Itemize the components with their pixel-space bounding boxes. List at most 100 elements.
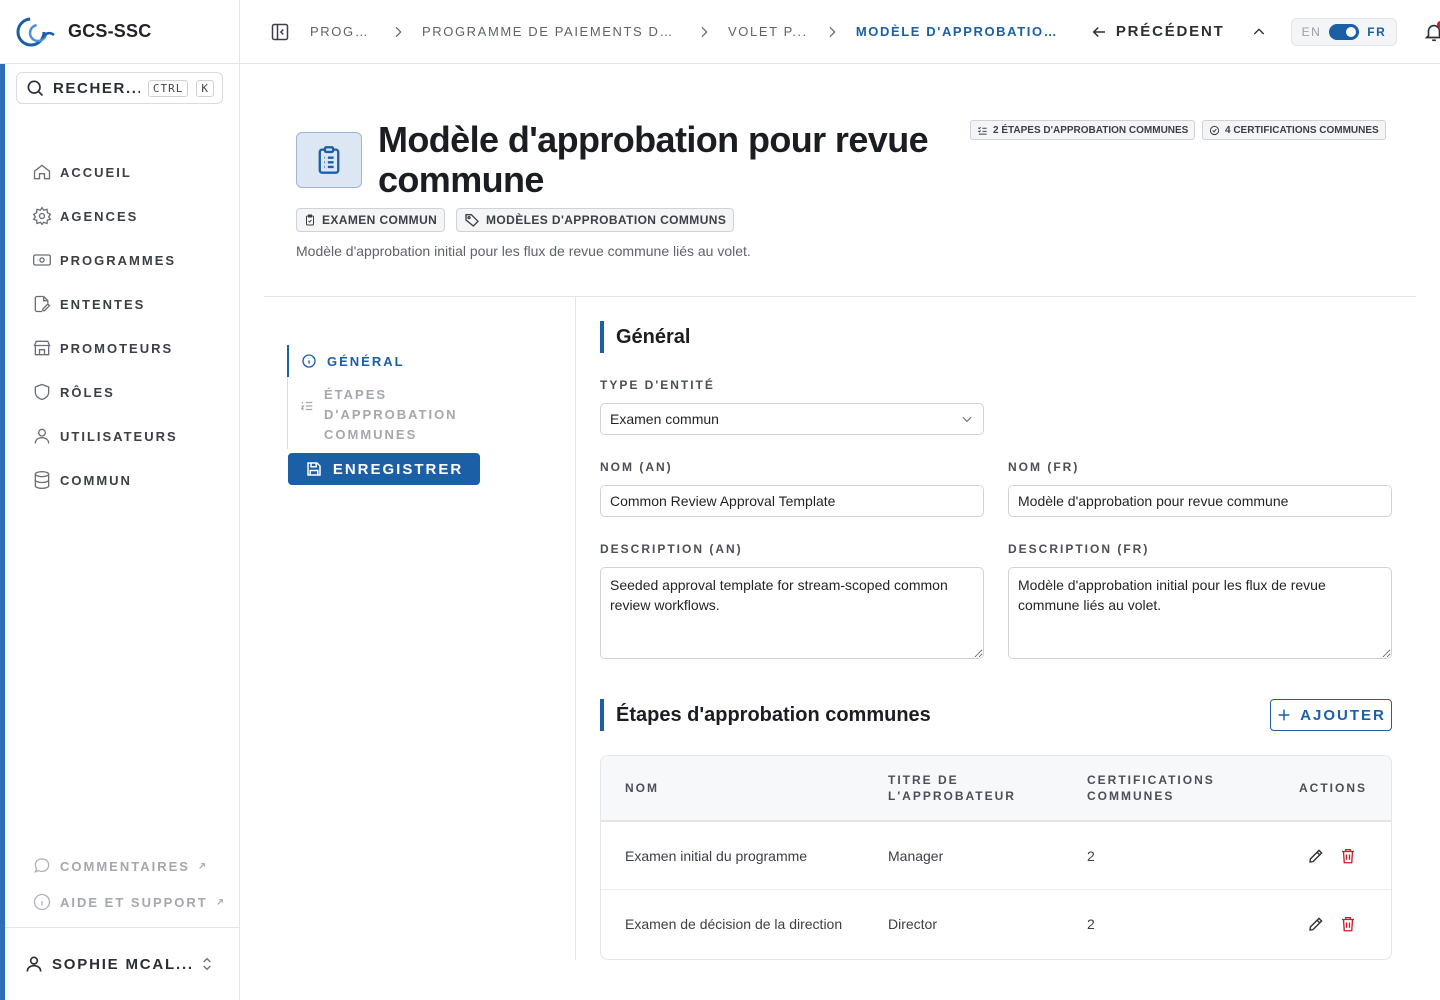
nav-item-commun[interactable]: COMMUN [24,458,224,502]
search-button[interactable]: RECHER... CTRL K [16,72,223,104]
nav-label: PROGRAMMES [60,252,177,268]
chevron-right-icon [390,24,406,40]
name-fr-input[interactable] [1008,485,1392,517]
help-label: AIDE ET SUPPORT [60,894,208,910]
category-chip-label: MODÈLES D'APPROBATION COMMUNS [486,213,727,227]
list-ordered-icon [300,385,314,413]
clipboard-icon [296,132,362,188]
desc-fr-label: DESCRIPTION (FR) [1008,542,1150,556]
list-check-icon [977,125,988,136]
name-fr-label: NOM (FR) [1008,460,1080,474]
nav-item-accueil[interactable]: ACCUEIL [24,150,224,194]
breadcrumb-item[interactable]: PROGR... [310,24,374,39]
page-title: Modèle d'approbation pour revue commune [378,119,929,200]
category-chip: MODÈLES D'APPROBATION COMMUNS [456,208,735,232]
page-description: Modèle d'approbation initial pour les fl… [296,243,751,259]
plus-icon [1276,707,1292,723]
chevron-right-icon [696,24,712,40]
name-en-input[interactable] [600,485,984,517]
column-header-certifications: CERTIFICATIONS COMMUNES [1087,773,1215,803]
save-icon [305,460,323,478]
section-nav-general-label: GÉNÉRAL [327,353,405,369]
database-icon [32,470,52,490]
add-step-button[interactable]: AJOUTER [1270,699,1392,731]
brand-name: GCS-SSC [68,21,152,41]
sidebar-toggle-icon[interactable] [270,22,290,42]
delete-icon[interactable] [1339,847,1357,865]
home-icon [32,162,52,182]
breadcrumb-item[interactable]: PROGRAMME DE PAIEMENTS DE TR... [422,24,680,39]
table-row: Examen de décision de la direction Direc… [601,890,1391,958]
info-icon [32,892,52,912]
nav-item-programmes[interactable]: PROGRAMMES [24,238,224,282]
nav-item-ententes[interactable]: ENTENTES [24,282,224,326]
arrow-left-icon [1090,23,1108,41]
previous-button[interactable]: PRÉCÉDENT [1090,23,1225,41]
section-nav-steps[interactable]: ÉTAPES D'APPROBATION COMMUNES [288,377,547,449]
section-nav-general[interactable]: GÉNÉRAL [287,345,547,377]
nav-item-agences[interactable]: AGENCES [24,194,224,238]
comments-link[interactable]: COMMENTAIRES [24,848,224,884]
brand[interactable]: GCS-SSC [0,0,239,64]
gear-icon [32,206,52,226]
lang-fr: FR [1367,24,1387,39]
save-button[interactable]: ENREGISTRER [288,453,480,485]
steps-count-label: 2 ÉTAPES D'APPROBATION COMMUNES [993,124,1189,136]
nav-item-utilisateurs[interactable]: UTILISATEURS [24,414,224,458]
add-step-label: AJOUTER [1300,706,1386,724]
certs-count-badge: 4 CERTIFICATIONS COMMUNES [1202,120,1386,140]
section-nav-steps-label: ÉTAPES D'APPROBATION COMMUNES [324,387,458,442]
document-edit-icon [32,294,52,314]
main-nav: ACCUEIL AGENCES PROGRAMMES ENTENTES PROM… [24,150,224,502]
store-icon [32,338,52,358]
breadcrumb-item[interactable]: VOLET P... [728,24,808,39]
external-link-icon [216,898,224,906]
certs-count-label: 4 CERTIFICATIONS COMMUNES [1225,124,1379,136]
entity-type-value: Examen commun [610,411,719,427]
info-icon [301,353,317,369]
desc-en-textarea[interactable]: Seeded approval template for stream-scop… [600,567,984,659]
table-header: NOM TITRE DE L'APPROBATEUR CERTIFICATION… [601,756,1391,822]
entity-type-label: TYPE D'ENTITÉ [600,378,715,392]
help-link[interactable]: AIDE ET SUPPORT [24,884,224,920]
chevron-right-icon [824,24,840,40]
language-toggle[interactable]: EN FR [1290,17,1398,46]
desc-fr-textarea[interactable]: Modèle d'approbation initial pour les fl… [1008,567,1392,659]
save-label: ENREGISTRER [332,460,464,478]
edit-icon[interactable] [1307,847,1325,865]
previous-label: PRÉCÉDENT [1115,23,1225,40]
sidebar: GCS-SSC RECHER... CTRL K ACCUEIL AGENCES… [0,0,240,1000]
chevron-down-icon [960,412,974,426]
edit-icon[interactable] [1307,915,1325,933]
section-nav: GÉNÉRAL ÉTAPES D'APPROBATION COMMUNES [287,345,547,449]
user-menu[interactable]: SOPHIE MCAL... [0,927,239,1000]
banknote-icon [32,250,52,270]
column-header-actions: ACTIONS [1299,781,1367,795]
nav-label: UTILISATEURS [60,428,178,444]
chevron-up-icon[interactable] [1251,24,1267,40]
user-name: SOPHIE MCAL... [52,955,191,973]
step-approver: Director [888,916,938,932]
desc-en-label: DESCRIPTION (AN) [600,542,743,556]
shortcut-ctrl: CTRL [147,79,189,97]
logo-icon [16,16,56,48]
tag-icon [464,212,480,228]
general-section-title: Général [600,321,690,353]
nav-label: ACCUEIL [60,164,132,180]
nav-item-promoteurs[interactable]: PROMOTEURS [24,326,224,370]
nav-item-roles[interactable]: RÔLES [24,370,224,414]
delete-icon[interactable] [1339,915,1357,933]
external-link-icon [198,862,206,870]
shield-icon [32,382,52,402]
entity-type-chip-label: EXAMEN COMMUN [322,213,438,227]
sidebar-accent-bar [0,64,5,1000]
topbar: PROGR... PROGRAMME DE PAIEMENTS DE TR...… [240,0,1440,64]
content-divider [575,297,576,960]
step-name: Examen initial du programme [625,847,808,864]
step-certifications: 2 [1087,847,1095,864]
breadcrumb-current: MODÈLE D'APPROBATION P... [855,24,1060,39]
nav-label: PROMOTEURS [60,340,174,356]
language-switch[interactable] [1329,23,1360,40]
notification-bell-icon[interactable] [1423,20,1440,43]
entity-type-select[interactable]: Examen commun [600,403,984,435]
